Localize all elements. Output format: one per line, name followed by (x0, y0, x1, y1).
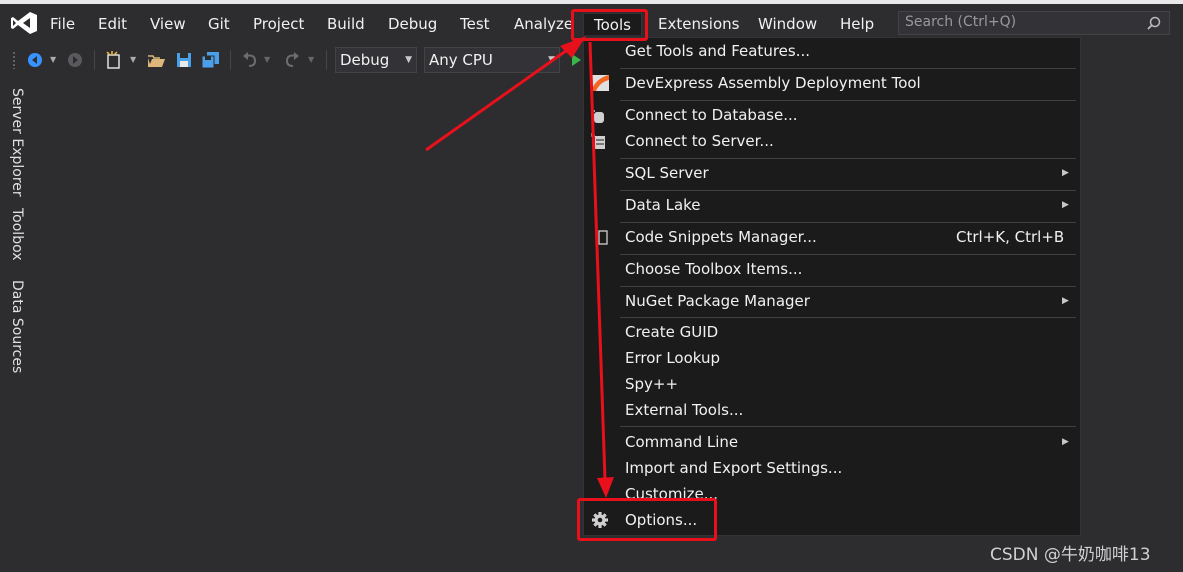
tab-server-explorer[interactable]: Server Explorer (9, 88, 25, 197)
visual-studio-logo-icon (11, 12, 37, 34)
chevron-down-icon: ▼ (548, 55, 555, 65)
menu-item-shortcut: Ctrl+K, Ctrl+B (956, 228, 1065, 246)
menu-project[interactable]: Project (253, 13, 304, 35)
toolbar-separator (230, 50, 231, 70)
tab-data-sources[interactable]: Data Sources (9, 280, 25, 373)
menu-item-label: Create GUID (625, 323, 719, 341)
menu-item-choose-toolbox-items[interactable]: Choose Toolbox Items... (584, 256, 1080, 282)
navigate-forward-icon[interactable] (66, 50, 84, 70)
solution-platform-dropdown[interactable]: Any CPU ▼ (424, 47, 560, 73)
navigate-back-icon[interactable] (26, 50, 44, 70)
menu-separator (620, 68, 1076, 69)
toolbar-separator (326, 50, 327, 70)
submenu-arrow-icon: ▶ (1062, 296, 1069, 306)
menu-item-connect-to-server[interactable]: Connect to Server... (584, 128, 1080, 154)
menu-separator (620, 286, 1076, 287)
menu-item-label: External Tools... (625, 401, 744, 419)
menu-item-label: Error Lookup (625, 349, 721, 367)
menu-item-label: NuGet Package Manager (625, 292, 810, 310)
menu-item-data-lake[interactable]: Data Lake ▶ (584, 192, 1080, 218)
devexpress-icon (591, 75, 609, 91)
save-all-icon[interactable] (200, 50, 222, 70)
database-connect-icon (591, 107, 604, 123)
menu-debug[interactable]: Debug (388, 13, 437, 35)
annotation-box-tools (571, 9, 648, 41)
menu-item-label: Choose Toolbox Items... (625, 260, 803, 278)
menu-item-spy-plus-plus[interactable]: Spy++ (584, 371, 1080, 397)
open-file-icon[interactable] (146, 50, 166, 70)
menu-item-connect-to-database[interactable]: Connect to Database... (584, 102, 1080, 128)
toolbar-separator (94, 50, 95, 70)
search-box[interactable]: Search (Ctrl+Q) (898, 11, 1170, 35)
tools-menu-dropdown: Get Tools and Features... DevExpress Ass… (583, 37, 1081, 536)
solution-configuration-dropdown[interactable]: Debug ▼ (335, 47, 417, 73)
menu-separator (620, 190, 1076, 191)
menu-item-nuget-package-manager[interactable]: NuGet Package Manager ▶ (584, 288, 1080, 314)
menu-edit[interactable]: Edit (98, 13, 127, 35)
back-dropdown-icon[interactable]: ▼ (50, 50, 56, 70)
menu-item-label: Connect to Database... (625, 106, 798, 124)
menu-item-devexpress-deployment-tool[interactable]: DevExpress Assembly Deployment Tool (584, 70, 1080, 96)
undo-dropdown-icon[interactable]: ▼ (264, 50, 270, 70)
redo-dropdown-icon[interactable]: ▼ (308, 50, 314, 70)
undo-icon[interactable] (240, 50, 260, 70)
menu-item-code-snippets-manager[interactable]: Code Snippets Manager... Ctrl+K, Ctrl+B (584, 224, 1080, 250)
start-debugging-icon[interactable] (570, 50, 582, 70)
tab-toolbox[interactable]: Toolbox (9, 208, 25, 261)
menu-item-label: DevExpress Assembly Deployment Tool (625, 74, 921, 92)
new-dropdown-icon[interactable]: ▼ (130, 50, 136, 70)
menu-separator (620, 254, 1076, 255)
menu-item-label: Import and Export Settings... (625, 459, 843, 477)
menu-item-error-lookup[interactable]: Error Lookup (584, 345, 1080, 371)
solution-configuration-value: Debug (340, 51, 390, 69)
submenu-arrow-icon: ▶ (1062, 437, 1069, 447)
snippet-icon (598, 230, 608, 245)
menu-build[interactable]: Build (327, 13, 365, 35)
chevron-down-icon: ▼ (405, 55, 412, 65)
annotation-box-options (577, 498, 717, 541)
server-connect-icon (591, 133, 605, 149)
menu-item-label: SQL Server (625, 164, 709, 182)
menu-file[interactable]: File (50, 13, 75, 35)
menu-separator (620, 100, 1076, 101)
menu-item-get-tools-and-features[interactable]: Get Tools and Features... (584, 38, 1080, 64)
menu-separator (620, 317, 1076, 318)
menu-item-label: Data Lake (625, 196, 701, 214)
toolbar-grip[interactable] (12, 51, 16, 69)
submenu-arrow-icon: ▶ (1062, 200, 1069, 210)
redo-icon[interactable] (282, 50, 302, 70)
menu-item-command-line[interactable]: Command Line ▶ (584, 429, 1080, 455)
menu-separator (620, 158, 1076, 159)
menu-separator (620, 222, 1076, 223)
watermark: CSDN @牛奶咖啡13 (990, 545, 1151, 565)
menu-analyze[interactable]: Analyze (514, 13, 573, 35)
solution-platform-value: Any CPU (429, 51, 493, 69)
menu-item-label: Spy++ (625, 375, 679, 393)
menu-view[interactable]: View (150, 13, 186, 35)
submenu-arrow-icon: ▶ (1062, 168, 1069, 178)
menu-item-external-tools[interactable]: External Tools... (584, 397, 1080, 423)
search-icon (1147, 16, 1161, 30)
menu-test[interactable]: Test (460, 13, 490, 35)
menu-separator (620, 426, 1076, 427)
menu-item-create-guid[interactable]: Create GUID (584, 319, 1080, 345)
menu-item-sql-server[interactable]: SQL Server ▶ (584, 160, 1080, 186)
new-project-icon[interactable] (104, 50, 124, 70)
save-icon[interactable] (174, 50, 194, 70)
menu-extensions[interactable]: Extensions (658, 13, 739, 35)
menu-item-label: Code Snippets Manager... (625, 228, 817, 246)
menu-window[interactable]: Window (758, 13, 817, 35)
menu-item-label: Get Tools and Features... (625, 42, 811, 60)
menu-item-label: Connect to Server... (625, 132, 774, 150)
menu-item-import-export-settings[interactable]: Import and Export Settings... (584, 455, 1080, 481)
side-tool-tabs: Server Explorer Toolbox Data Sources (0, 84, 30, 384)
search-placeholder: Search (Ctrl+Q) (905, 14, 1017, 30)
menu-help[interactable]: Help (840, 13, 874, 35)
menu-git[interactable]: Git (208, 13, 230, 35)
menu-item-label: Command Line (625, 433, 739, 451)
